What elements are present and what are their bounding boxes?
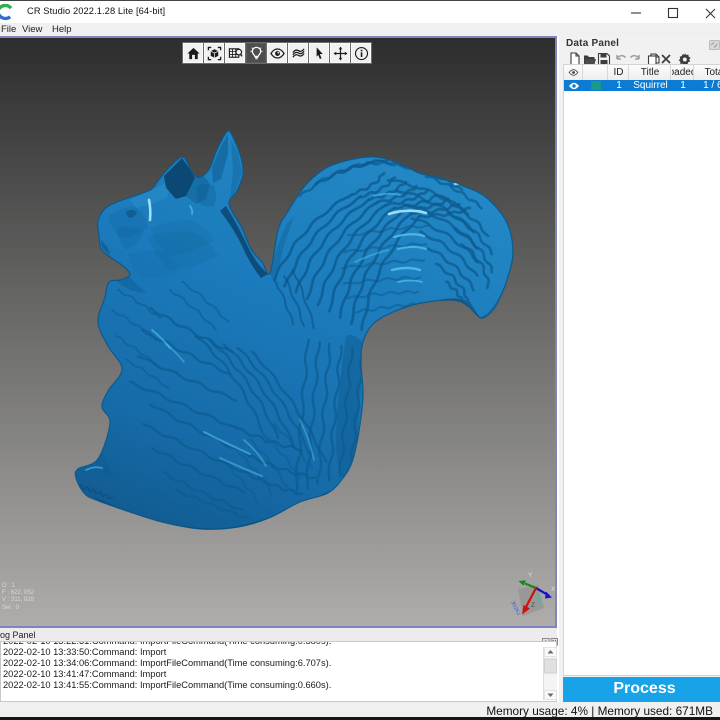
- svg-text:X: X: [551, 586, 556, 593]
- svg-text:Z: Z: [531, 602, 535, 609]
- svg-text:3D2KJ: 3D2KJ: [509, 600, 521, 617]
- svg-text:Y: Y: [528, 572, 533, 579]
